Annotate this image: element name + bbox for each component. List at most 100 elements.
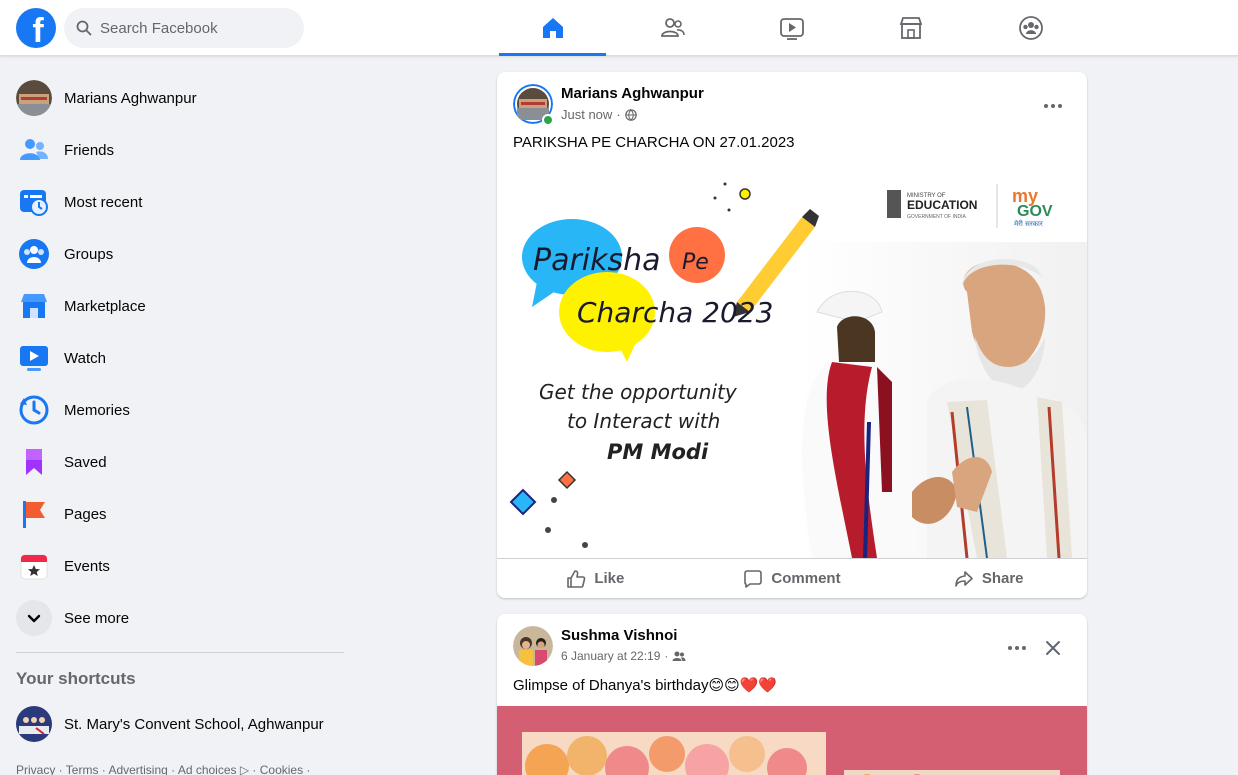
- search-icon: [76, 20, 92, 36]
- post-author-name[interactable]: Sushma Vishnoi: [561, 627, 677, 644]
- image-headline-line2: to Interact with: [567, 409, 720, 433]
- sidebar-item-pages[interactable]: Pages: [8, 488, 352, 540]
- sidebar-item-label: Marketplace: [64, 297, 146, 315]
- store-icon: [899, 17, 922, 39]
- top-navigation-bar: f: [0, 0, 1238, 56]
- post-image[interactable]: [497, 706, 1087, 775]
- memories-icon: [19, 395, 49, 425]
- sidebar-item-label: Pages: [64, 505, 107, 523]
- online-status-dot: [542, 114, 554, 126]
- mygov-gov-text: GOV: [1017, 203, 1053, 220]
- tab-watch[interactable]: [738, 0, 845, 56]
- post-action-bar: Like Comment Share: [497, 558, 1087, 598]
- post-more-button[interactable]: [999, 630, 1035, 666]
- thumbs-up-icon: [567, 569, 586, 588]
- calendar-icon: [20, 554, 48, 580]
- friends-icon: [660, 18, 685, 37]
- tab-home[interactable]: [499, 0, 606, 56]
- shortcut-label: St. Mary's Convent School, Aghwanpur: [64, 715, 324, 733]
- sidebar-item-watch[interactable]: Watch: [8, 332, 352, 384]
- bubble-text-pariksha: Pariksha: [533, 243, 661, 278]
- like-button[interactable]: Like: [497, 559, 694, 598]
- sidebar-item-label: Saved: [64, 453, 107, 471]
- search-input[interactable]: [100, 19, 290, 37]
- more-dots-icon: [1044, 104, 1062, 108]
- meta-separator: ·: [664, 649, 669, 663]
- sidebar-item-events[interactable]: Events: [8, 540, 352, 592]
- logo-letter: f: [32, 12, 44, 50]
- share-label: Share: [981, 570, 1024, 587]
- image-headline-line3: PM Modi: [607, 440, 709, 464]
- see-more-button[interactable]: See more: [8, 592, 352, 644]
- post-author-name[interactable]: Marians Aghwanpur: [561, 85, 704, 102]
- comment-button[interactable]: Comment: [694, 559, 891, 598]
- post-meta: Just now ·: [561, 107, 637, 122]
- post-text: Glimpse of Dhanya's birthday😊😊❤️❤️: [513, 677, 778, 694]
- sidebar-item-label: See more: [64, 609, 130, 627]
- post-card: Marians Aghwanpur Just now · PARIKSHA PE…: [497, 72, 1087, 598]
- shortcuts-title: Your shortcuts: [16, 669, 136, 688]
- chevron-down-icon: [27, 614, 41, 623]
- marketplace-icon: [21, 294, 47, 318]
- ministry-sub-text: GOVERNMENT OF INDIA: [907, 214, 966, 220]
- comment-label: Comment: [771, 570, 841, 587]
- tab-marketplace[interactable]: [857, 0, 964, 56]
- bubble-text-pe: Pe: [682, 250, 709, 275]
- tab-friends[interactable]: [619, 0, 726, 56]
- tab-groups[interactable]: [977, 0, 1084, 56]
- post-image[interactable]: MINISTRY OF EDUCATION GOVERNMENT OF INDI…: [497, 162, 1087, 558]
- like-label: Like: [594, 570, 625, 587]
- sidebar-item-friends[interactable]: Friends: [8, 124, 352, 176]
- share-icon: [955, 570, 973, 587]
- post-card: Sushma Vishnoi 6 January at 22:19 · Glim…: [497, 614, 1087, 775]
- mygov-sub-text: मेरी सरकार: [1014, 219, 1043, 228]
- shortcut-avatar: [16, 706, 52, 742]
- video-icon: [779, 18, 804, 40]
- sidebar-item-label: Watch: [64, 349, 106, 367]
- sidebar-item-label: Groups: [64, 245, 114, 263]
- sidebar-item-label: Marians Aghwanpur: [64, 89, 197, 107]
- search-box[interactable]: [64, 8, 304, 48]
- friends-audience-icon: [672, 651, 686, 661]
- image-headline-line1: Get the opportunity: [539, 380, 738, 404]
- post-text: PARIKSHA PE CHARCHA ON 27.01.2023: [513, 134, 795, 151]
- sidebar-item-saved[interactable]: Saved: [8, 436, 352, 488]
- home-icon: [542, 18, 563, 38]
- sidebar-item-memories[interactable]: Memories: [8, 384, 352, 436]
- post-timestamp[interactable]: Just now: [561, 107, 612, 122]
- sidebar-item-profile[interactable]: Marians Aghwanpur: [8, 72, 352, 124]
- share-button[interactable]: Share: [890, 559, 1087, 598]
- more-dots-icon: [1008, 646, 1026, 650]
- post-more-button[interactable]: [1035, 88, 1071, 124]
- friends-icon: [20, 139, 48, 160]
- sidebar-item-marketplace[interactable]: Marketplace: [8, 280, 352, 332]
- post-author-avatar[interactable]: [513, 626, 553, 666]
- sidebar-divider: [16, 652, 344, 653]
- close-icon: [1046, 641, 1060, 655]
- avatar-image: [16, 80, 52, 116]
- groups-icon: [1018, 16, 1043, 40]
- groups-icon: [19, 239, 49, 269]
- sidebar-item-groups[interactable]: Groups: [8, 228, 352, 280]
- ministry-big-text: EDUCATION: [907, 198, 977, 212]
- profile-avatar: [16, 80, 52, 116]
- meta-separator: ·: [616, 107, 621, 122]
- post-timestamp[interactable]: 6 January at 22:19: [561, 649, 660, 663]
- bookmark-icon: [26, 449, 42, 475]
- sidebar-item-label: Friends: [64, 141, 115, 159]
- bubble-text-charcha: Charcha 2023: [577, 296, 773, 329]
- sidebar-item-label: Events: [64, 557, 110, 575]
- globe-icon: [624, 108, 637, 121]
- watch-icon: [20, 346, 48, 371]
- footer-links[interactable]: Privacy · Terms · Advertising · Ad choic…: [16, 763, 310, 775]
- flag-icon: [23, 501, 45, 528]
- comment-icon: [744, 569, 763, 588]
- facebook-logo[interactable]: f: [16, 8, 56, 50]
- sidebar-item-label: Most recent: [64, 193, 143, 211]
- post-meta: 6 January at 22:19 ·: [561, 649, 686, 663]
- hide-post-button[interactable]: [1035, 630, 1071, 666]
- sidebar-item-label: Memories: [64, 401, 130, 419]
- sidebar-item-most-recent[interactable]: Most recent: [8, 176, 352, 228]
- feed-clock-icon: [20, 190, 48, 216]
- shortcut-item[interactable]: St. Mary's Convent School, Aghwanpur: [8, 698, 352, 750]
